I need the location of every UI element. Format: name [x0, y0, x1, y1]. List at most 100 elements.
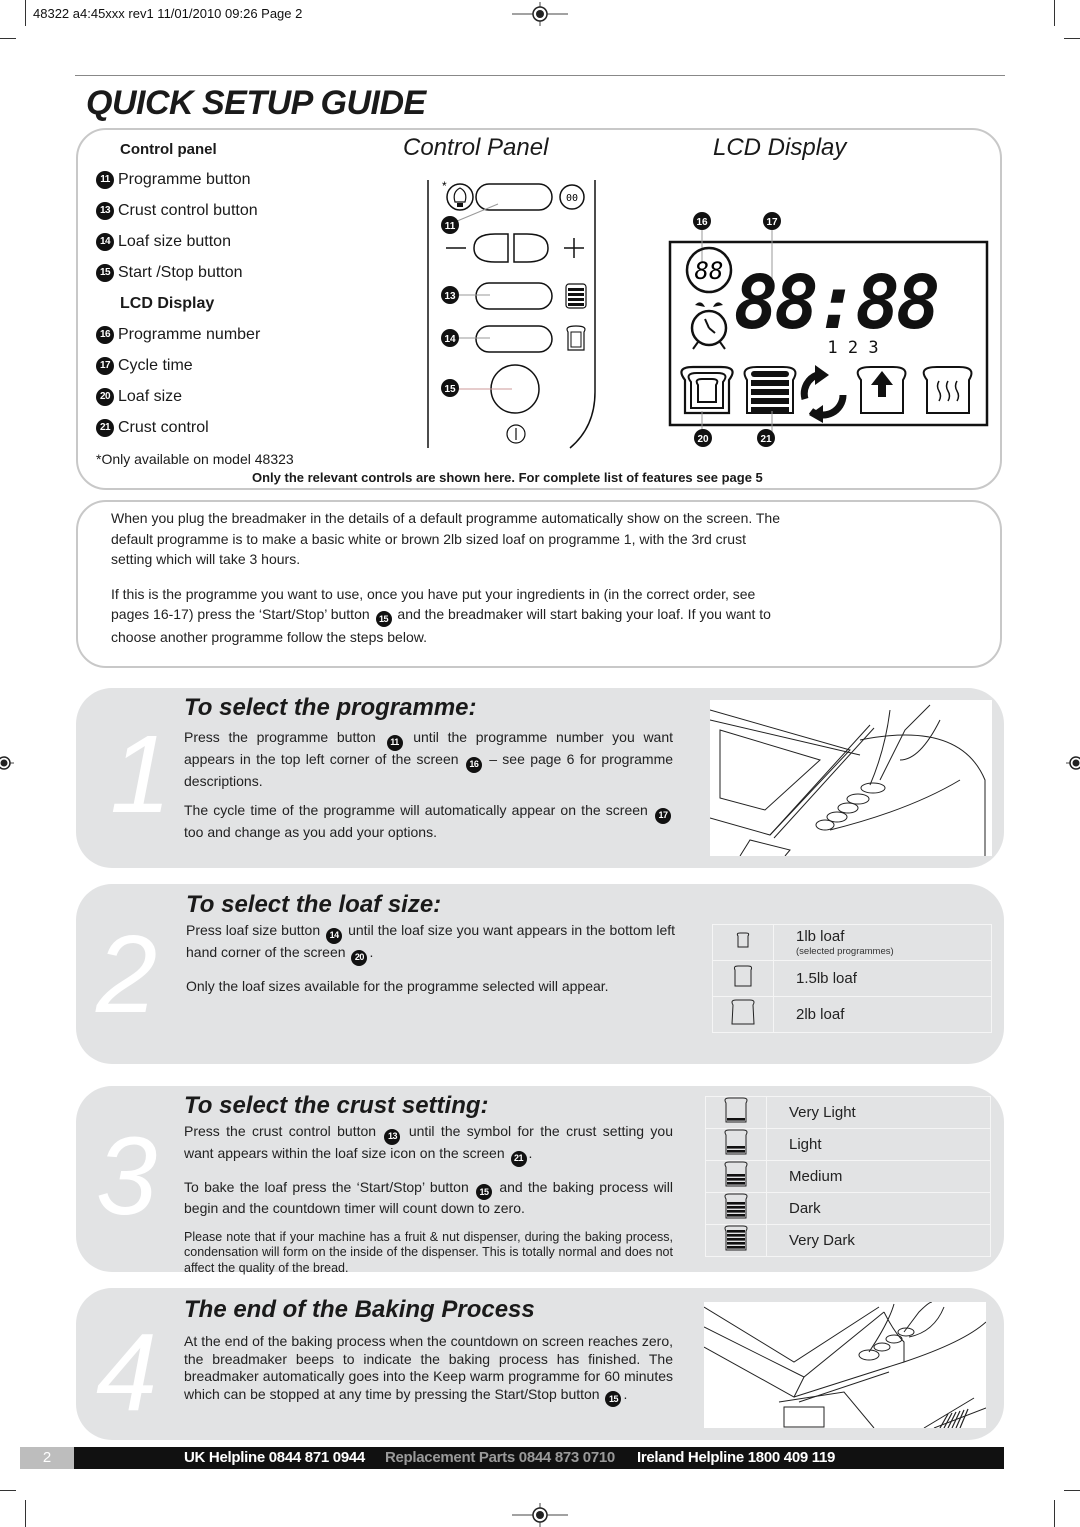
page-title: QUICK SETUP GUIDE — [86, 84, 426, 122]
programme-display-icon: 00 — [559, 184, 585, 210]
callout-badge: 20 — [351, 949, 368, 966]
step-paragraph: To bake the loaf press the ‘Start/Stop’ … — [184, 1178, 674, 1217]
crust-level-icon — [705, 1192, 767, 1225]
callout-badge: 14 — [326, 927, 343, 944]
callout-label: 11 — [445, 221, 456, 232]
crust-setting-row: Very Light — [705, 1096, 991, 1129]
legend-label: Start /Stop button — [118, 263, 243, 281]
legend-label: Cycle time — [118, 356, 193, 374]
crust-setting-row: Light — [705, 1128, 991, 1161]
legend-label: Loaf size — [118, 387, 183, 405]
callout-label: 13 — [444, 291, 456, 302]
loaf-size-row: 2lb loaf — [712, 996, 992, 1033]
programme-button — [475, 183, 553, 211]
legend-label: Programme button — [118, 170, 251, 188]
option-label: Medium — [766, 1160, 991, 1193]
loaf-large-icon — [712, 996, 774, 1033]
callout-badge: 15 — [605, 1391, 622, 1408]
loaf-medium-icon — [712, 960, 774, 997]
legend-item: 15 Start /Stop button — [96, 257, 260, 288]
legend-item: 16 Programme number — [96, 319, 260, 350]
crop-mark — [0, 1490, 16, 1491]
crust-level-icon — [705, 1128, 767, 1161]
step-paragraph: Press the programme button 11 until the … — [184, 729, 674, 789]
crust-control-button — [475, 282, 553, 310]
step-paragraph: Only the loaf sizes available for the pr… — [186, 977, 609, 994]
legend-item: 20 Loaf size — [96, 381, 260, 412]
step-number: 3 — [96, 1115, 158, 1238]
control-legend: 11 Programme button 13 Crust control butto… — [96, 164, 260, 443]
callout-badge: 17 — [655, 807, 672, 824]
legend-label: Loaf size button — [118, 232, 231, 250]
step-note: Please note that if your machine has a f… — [184, 1229, 673, 1275]
control-panel-diagram: * 00 11 13 14 15 — [427, 179, 596, 449]
option-label: 2lb loaf — [773, 996, 992, 1033]
option-note: (selected programmes) — [796, 946, 894, 957]
crust-setting-row: Medium — [705, 1160, 991, 1193]
print-slug: 48322 a4:45xxx rev1 11/01/2010 09:26 Pag… — [33, 6, 303, 21]
callout-badge: 11 — [96, 170, 114, 189]
registration-mark-icon — [512, 1503, 568, 1527]
callout-badge: 15 — [96, 263, 114, 282]
loaf-size-row: 1lb loaf (selected programmes) — [712, 924, 992, 961]
callout-badge: 21 — [510, 1150, 527, 1167]
step-body: Press the crust control button 13 until … — [184, 1123, 673, 1288]
legend-label: Crust control — [118, 418, 209, 436]
plus-icon — [564, 238, 584, 258]
control-panel-heading: Control panel — [120, 141, 217, 158]
callout-badge: 16 — [96, 325, 114, 344]
page-number: 2 — [20, 1447, 74, 1469]
crop-mark — [0, 38, 16, 39]
callout-badge: 15 — [375, 611, 392, 628]
callout-badge: 13 — [96, 201, 114, 220]
legend-item: 11 Programme button — [96, 164, 260, 195]
callout-badge: 14 — [96, 232, 114, 251]
callout-label: 21 — [760, 434, 772, 445]
intro-paragraph: If this is the programme you want to use… — [111, 585, 771, 646]
option-label: 1lb loaf — [796, 928, 845, 945]
crop-mark — [1054, 1500, 1055, 1527]
step-body: Press loaf size button 14 until the loaf… — [186, 922, 675, 1007]
crop-mark — [1054, 0, 1055, 26]
callout-label: 14 — [444, 334, 456, 345]
footer-bar: 2 UK Helpline 0844 871 0944 Replacement P… — [20, 1447, 1004, 1469]
callout-badge: 17 — [96, 356, 114, 375]
power-icon — [506, 424, 526, 444]
lcd-heading: LCD Display — [120, 294, 215, 312]
callout-badge: 16 — [465, 756, 482, 773]
model-footnote: *Only available on model 48323 — [96, 451, 294, 467]
step-heading: The end of the Baking Process — [184, 1296, 535, 1323]
increase-button — [513, 233, 549, 263]
step-body: Press the programme button 11 until the … — [184, 729, 673, 853]
svg-text:00: 00 — [566, 193, 578, 204]
crop-mark — [25, 1500, 26, 1527]
registration-mark-icon — [0, 756, 14, 770]
asterisk: * — [442, 179, 447, 193]
callout-badge: 15 — [476, 1184, 493, 1201]
stage-indicator: 1 2 3 — [827, 338, 878, 358]
step-number: 4 — [96, 1311, 158, 1434]
relevance-note: Only the relevant controls are shown her… — [252, 470, 763, 485]
light-bulb-icon — [446, 183, 474, 211]
option-label: Very Light — [766, 1096, 991, 1129]
step-number: 2 — [96, 913, 158, 1036]
crust-setting-row: Dark — [705, 1192, 991, 1225]
callout-label: 17 — [766, 217, 778, 228]
crust-setting-table: Very Light Light Medium Dark Very Dark — [705, 1096, 991, 1257]
step-paragraph: Press loaf size button 14 until the loaf… — [186, 922, 675, 966]
callout-label: 16 — [696, 217, 708, 228]
lcd-display-diagram: 16 17 88 88:88 1 2 3 20 21 — [668, 212, 989, 447]
callout-label: 20 — [697, 434, 709, 445]
helplines: UK Helpline 0844 871 0944 Replacement Par… — [184, 1447, 835, 1469]
step-number: 1 — [110, 713, 172, 836]
step-body: At the end of the baking process when th… — [184, 1333, 673, 1419]
legend-item: 17 Cycle time — [96, 350, 260, 381]
header-rule — [75, 75, 1005, 76]
uk-helpline: UK Helpline 0844 871 0944 — [184, 1449, 365, 1466]
programme-number-digits: 88 — [695, 257, 724, 285]
option-label: Dark — [766, 1192, 991, 1225]
callout-badge: 11 — [386, 734, 403, 751]
callout-badge: 21 — [96, 418, 114, 437]
step-paragraph: At the end of the baking process when th… — [184, 1333, 673, 1408]
loaf-size-icon — [566, 325, 586, 351]
